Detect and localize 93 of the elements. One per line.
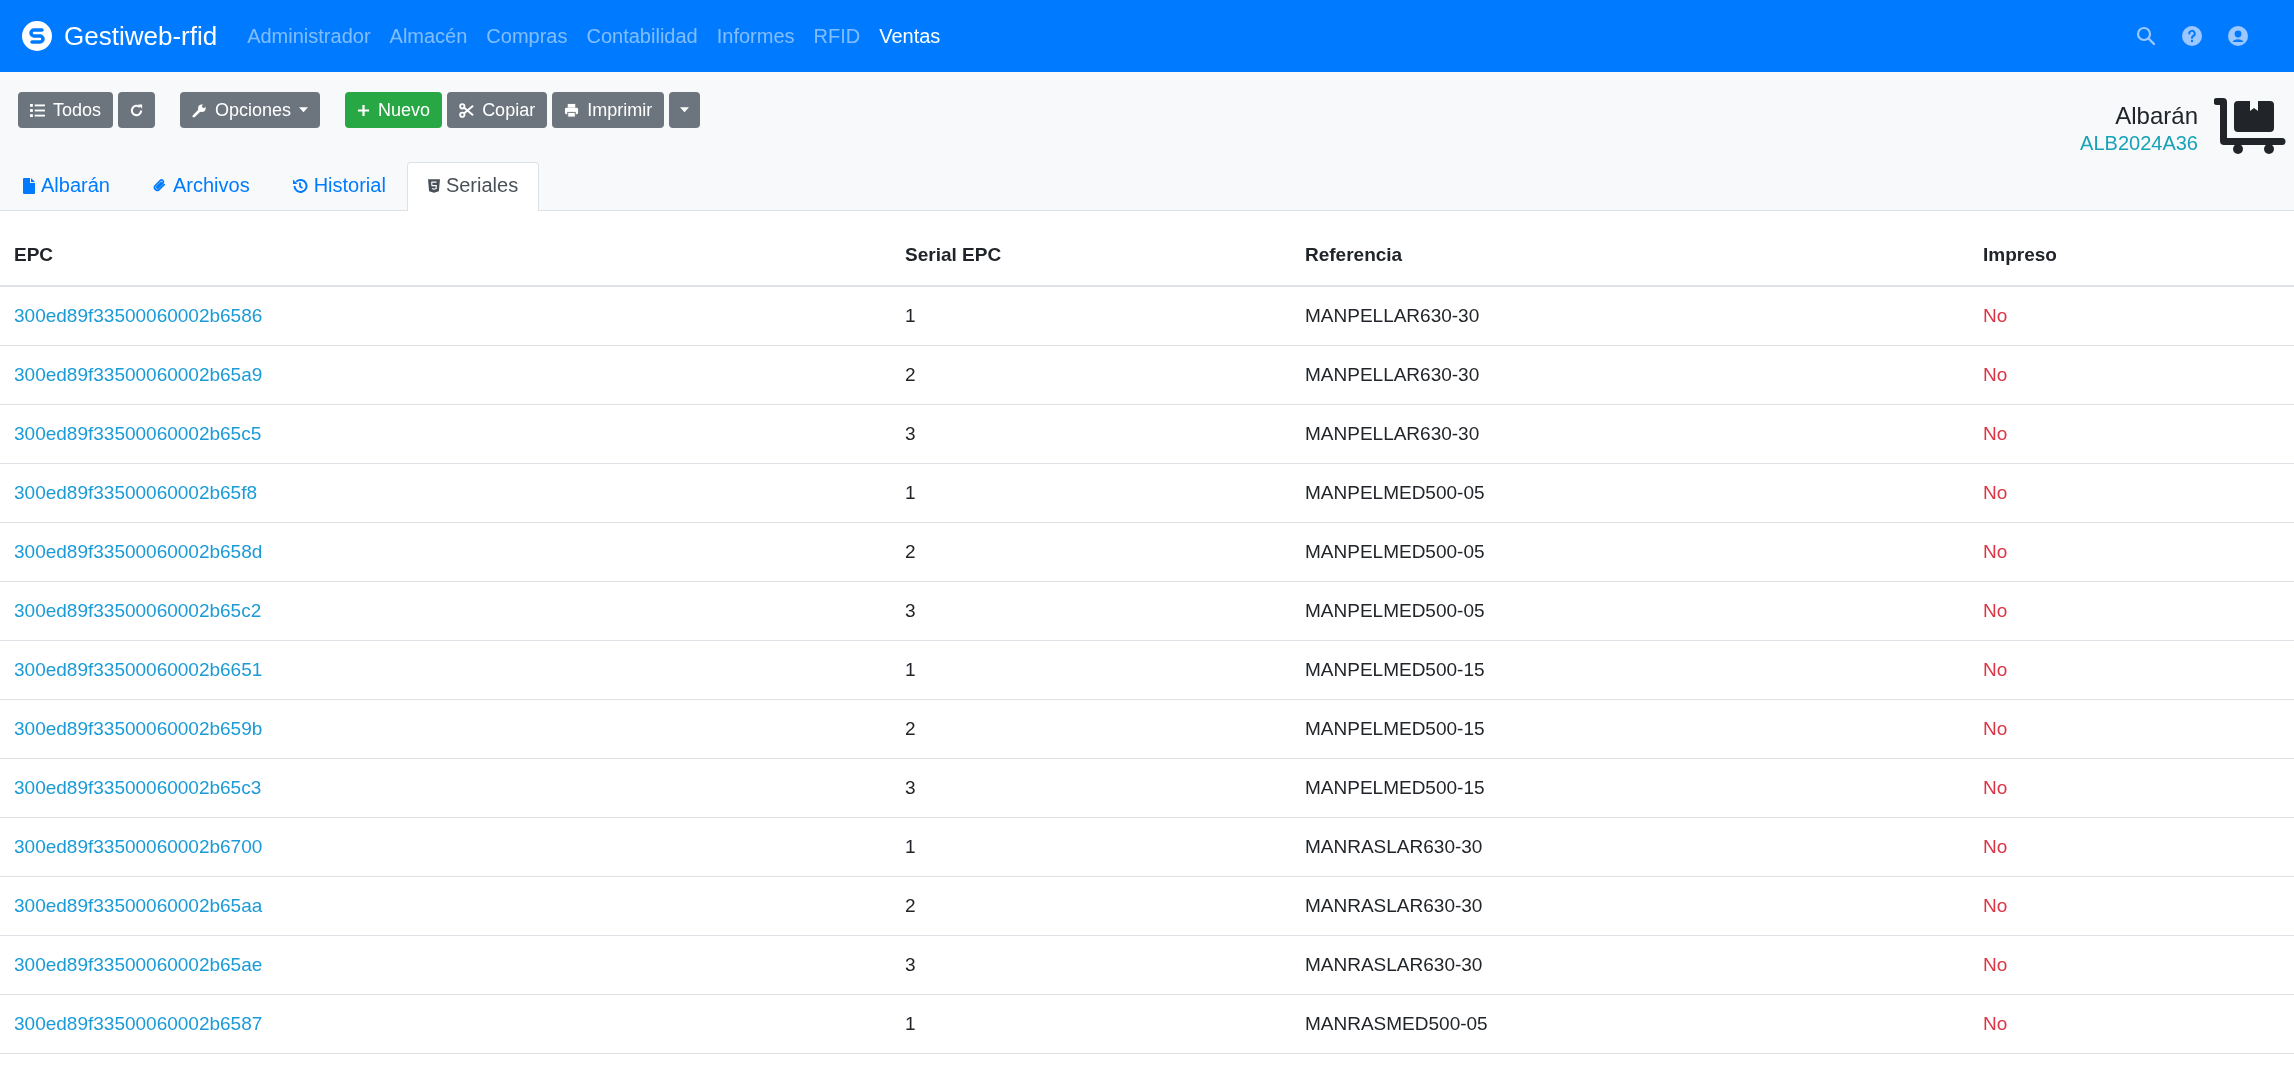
table-cell-text: MANPELMED500-05 bbox=[1304, 600, 1485, 622]
table-cell-text: 1 bbox=[904, 1013, 916, 1035]
column-header: Serial EPC bbox=[904, 244, 1002, 266]
epc-link[interactable]: 300ed89f33500060002b65f8 bbox=[0, 482, 258, 504]
table-cell-text: MANRASMED500-05 bbox=[1304, 1013, 1488, 1035]
table-cell-text: MANRASLAR630-30 bbox=[1304, 954, 1483, 976]
dropdown-button[interactable] bbox=[669, 92, 701, 128]
plus-icon bbox=[357, 103, 371, 117]
table-cell-text: 1 bbox=[904, 836, 916, 858]
new-button[interactable]: Nuevo bbox=[345, 92, 443, 128]
logo-icon[interactable] bbox=[22, 21, 52, 51]
nav-menu-item[interactable]: Contabilidad bbox=[586, 24, 698, 48]
nav-menu-item[interactable]: Administrador bbox=[247, 24, 371, 48]
tab[interactable]: Historial bbox=[270, 162, 407, 211]
table-cell-text: 3 bbox=[904, 954, 916, 976]
refresh-icon bbox=[129, 102, 145, 118]
table-cell-text: 2 bbox=[904, 541, 916, 563]
print-button[interactable]: Imprimir bbox=[552, 92, 665, 128]
printer-icon bbox=[564, 102, 580, 118]
nav-menu-item[interactable]: Almacén bbox=[389, 24, 468, 48]
table-cell-text: No bbox=[1982, 600, 2008, 622]
table-cell-text: No bbox=[1982, 305, 2008, 327]
table-cell-text: MANPELMED500-05 bbox=[1304, 541, 1485, 563]
options-button[interactable]: Opciones bbox=[180, 92, 321, 128]
table-cell-text: MANRASLAR630-30 bbox=[1304, 836, 1483, 858]
table-cell-text: No bbox=[1982, 954, 2008, 976]
table-cell-text: No bbox=[1982, 482, 2008, 504]
caret-icon bbox=[680, 107, 690, 113]
table-cell-text: No bbox=[1982, 718, 2008, 740]
table-cell-text: 3 bbox=[904, 777, 916, 799]
epc-link[interactable]: 300ed89f33500060002b65c5 bbox=[0, 423, 262, 445]
table-cell-text: MANPELLAR630-30 bbox=[1304, 305, 1480, 327]
table-cell-text: 2 bbox=[904, 895, 916, 917]
table-cell-text: No bbox=[1982, 836, 2008, 858]
table-cell-text: 1 bbox=[904, 482, 916, 504]
nav-menu-item[interactable]: Ventas bbox=[879, 24, 941, 48]
refresh-button[interactable] bbox=[118, 92, 156, 128]
table-cell-text: MANPELMED500-15 bbox=[1304, 659, 1485, 681]
wrench-icon bbox=[192, 102, 208, 118]
table-cell-text: MANPELMED500-15 bbox=[1304, 718, 1485, 740]
file-icon bbox=[23, 177, 35, 194]
list-icon bbox=[30, 103, 45, 117]
table-cell-text: MANPELMED500-05 bbox=[1304, 482, 1485, 504]
table-cell-text: 3 bbox=[904, 600, 916, 622]
epc-link[interactable]: 300ed89f33500060002b65a9 bbox=[0, 364, 263, 386]
table-cell-text: 3 bbox=[904, 423, 916, 445]
column-header: EPC bbox=[13, 244, 54, 266]
epc-link[interactable]: 300ed89f33500060002b6700 bbox=[0, 836, 263, 858]
list-button[interactable]: Todos bbox=[18, 92, 114, 128]
search-icon[interactable] bbox=[2136, 26, 2156, 46]
document-code: ALB2024A36 bbox=[2080, 132, 2198, 155]
epc-link[interactable]: 300ed89f33500060002b65aa bbox=[0, 895, 263, 917]
epc-link[interactable]: 300ed89f33500060002b6651 bbox=[0, 659, 263, 681]
epc-link[interactable]: 300ed89f33500060002b6587 bbox=[0, 1013, 263, 1035]
table-cell-text: 1 bbox=[904, 305, 916, 327]
table-cell-text: No bbox=[1982, 777, 2008, 799]
tab[interactable]: Albarán bbox=[2, 162, 131, 211]
table-cell-text: No bbox=[1982, 423, 2008, 445]
table-cell-text: No bbox=[1982, 541, 2008, 563]
table-cell-text: 1 bbox=[904, 659, 916, 681]
column-header: Impreso bbox=[1982, 244, 2057, 266]
epc-link[interactable]: 300ed89f33500060002b65ae bbox=[0, 954, 263, 976]
table-cell-text: No bbox=[1982, 659, 2008, 681]
shield-icon bbox=[427, 178, 440, 193]
paperclip-icon bbox=[151, 178, 167, 193]
nav-menu-item[interactable]: Informes bbox=[716, 24, 795, 48]
tab[interactable]: Seriales bbox=[406, 162, 540, 211]
copy-button[interactable]: Copiar bbox=[447, 92, 548, 128]
nav-menu-item[interactable]: Compras bbox=[486, 24, 568, 48]
document-title: Albarán bbox=[2115, 102, 2198, 130]
table-cell-text: MANPELMED500-15 bbox=[1304, 777, 1485, 799]
epc-link[interactable]: 300ed89f33500060002b659b bbox=[0, 718, 263, 740]
table-cell-text: MANPELLAR630-30 bbox=[1304, 423, 1480, 445]
caret-icon bbox=[299, 107, 309, 113]
scissors-icon bbox=[459, 102, 475, 118]
tab[interactable]: Archivos bbox=[130, 162, 271, 211]
epc-link[interactable]: 300ed89f33500060002b658d bbox=[0, 541, 263, 563]
table-cell-text: MANPELLAR630-30 bbox=[1304, 364, 1480, 386]
column-header: Referencia bbox=[1304, 244, 1403, 266]
help-icon[interactable] bbox=[2182, 26, 2202, 46]
history-icon bbox=[291, 177, 308, 194]
epc-link[interactable]: 300ed89f33500060002b6586 bbox=[0, 305, 263, 327]
nav-menu-item[interactable]: RFID bbox=[813, 24, 861, 48]
table-cell-text: 2 bbox=[904, 364, 916, 386]
table-cell-text: No bbox=[1982, 1013, 2008, 1035]
table-cell-text: No bbox=[1982, 895, 2008, 917]
brand-name[interactable]: Gestiweb-rfid bbox=[64, 20, 218, 52]
table-cell-text: No bbox=[1982, 364, 2008, 386]
epc-link[interactable]: 300ed89f33500060002b65c2 bbox=[0, 600, 262, 622]
user-icon[interactable] bbox=[2228, 26, 2248, 46]
epc-link[interactable]: 300ed89f33500060002b65c3 bbox=[0, 777, 262, 799]
table-cell-text: MANRASLAR630-30 bbox=[1304, 895, 1483, 917]
table-cell-text: 2 bbox=[904, 718, 916, 740]
